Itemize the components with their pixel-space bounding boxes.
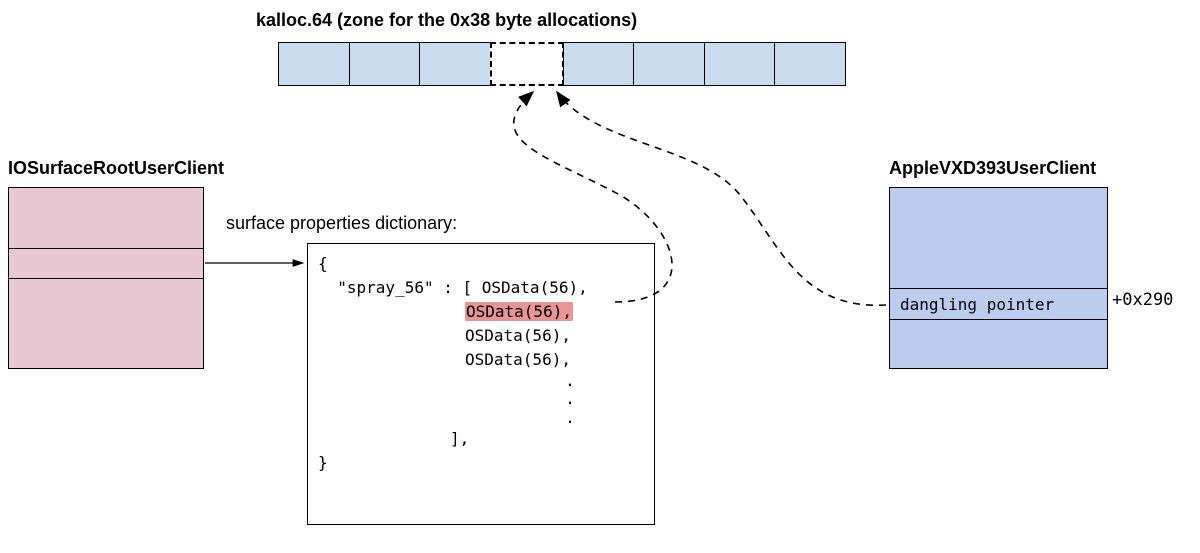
- dict-item-highlighted: OSData(56),: [465, 302, 573, 321]
- zone-slot: [349, 42, 421, 86]
- iosurface-box: [8, 187, 204, 369]
- dict-item: OSData(56),: [465, 326, 571, 345]
- dict-close-bracket: ],: [318, 427, 644, 451]
- dangling-pointer-text: dangling pointer: [900, 295, 1054, 314]
- zone-slot: [563, 42, 635, 86]
- dangling-pointer-row: dangling pointer: [890, 288, 1107, 320]
- offset-label: +0x290: [1112, 290, 1173, 310]
- applevxd-title: AppleVXD393UserClient: [889, 158, 1096, 179]
- dict-item: OSData(56),: [482, 276, 588, 300]
- dict-key: [318, 276, 337, 300]
- zone-slot: [419, 42, 491, 86]
- zone-slot: [774, 42, 846, 86]
- applevxd-box: dangling pointer: [889, 187, 1108, 369]
- dict-item: OSData(56),: [465, 350, 571, 369]
- kalloc-zone: [278, 42, 846, 86]
- iosurface-divider: [9, 248, 203, 249]
- dictionary-box: { "spray_56" : [ OSData(56), OSData(56),…: [307, 243, 655, 525]
- dict-open-brace: {: [318, 252, 644, 276]
- zone-slot: [704, 42, 776, 86]
- zone-title: kalloc.64 (zone for the 0x38 byte alloca…: [256, 10, 637, 31]
- iosurface-divider: [9, 278, 203, 279]
- dict-ellipsis: . . .: [496, 372, 644, 427]
- dict-key-text: "spray_56" : [: [337, 276, 482, 300]
- zone-slot-freed: [490, 42, 564, 86]
- dict-arrow-label: surface properties dictionary:: [226, 213, 457, 234]
- zone-slot: [278, 42, 350, 86]
- dict-close-brace: }: [318, 451, 644, 475]
- iosurface-title: IOSurfaceRootUserClient: [8, 158, 224, 179]
- diagram-canvas: kalloc.64 (zone for the 0x38 byte alloca…: [0, 0, 1200, 553]
- zone-slot: [633, 42, 705, 86]
